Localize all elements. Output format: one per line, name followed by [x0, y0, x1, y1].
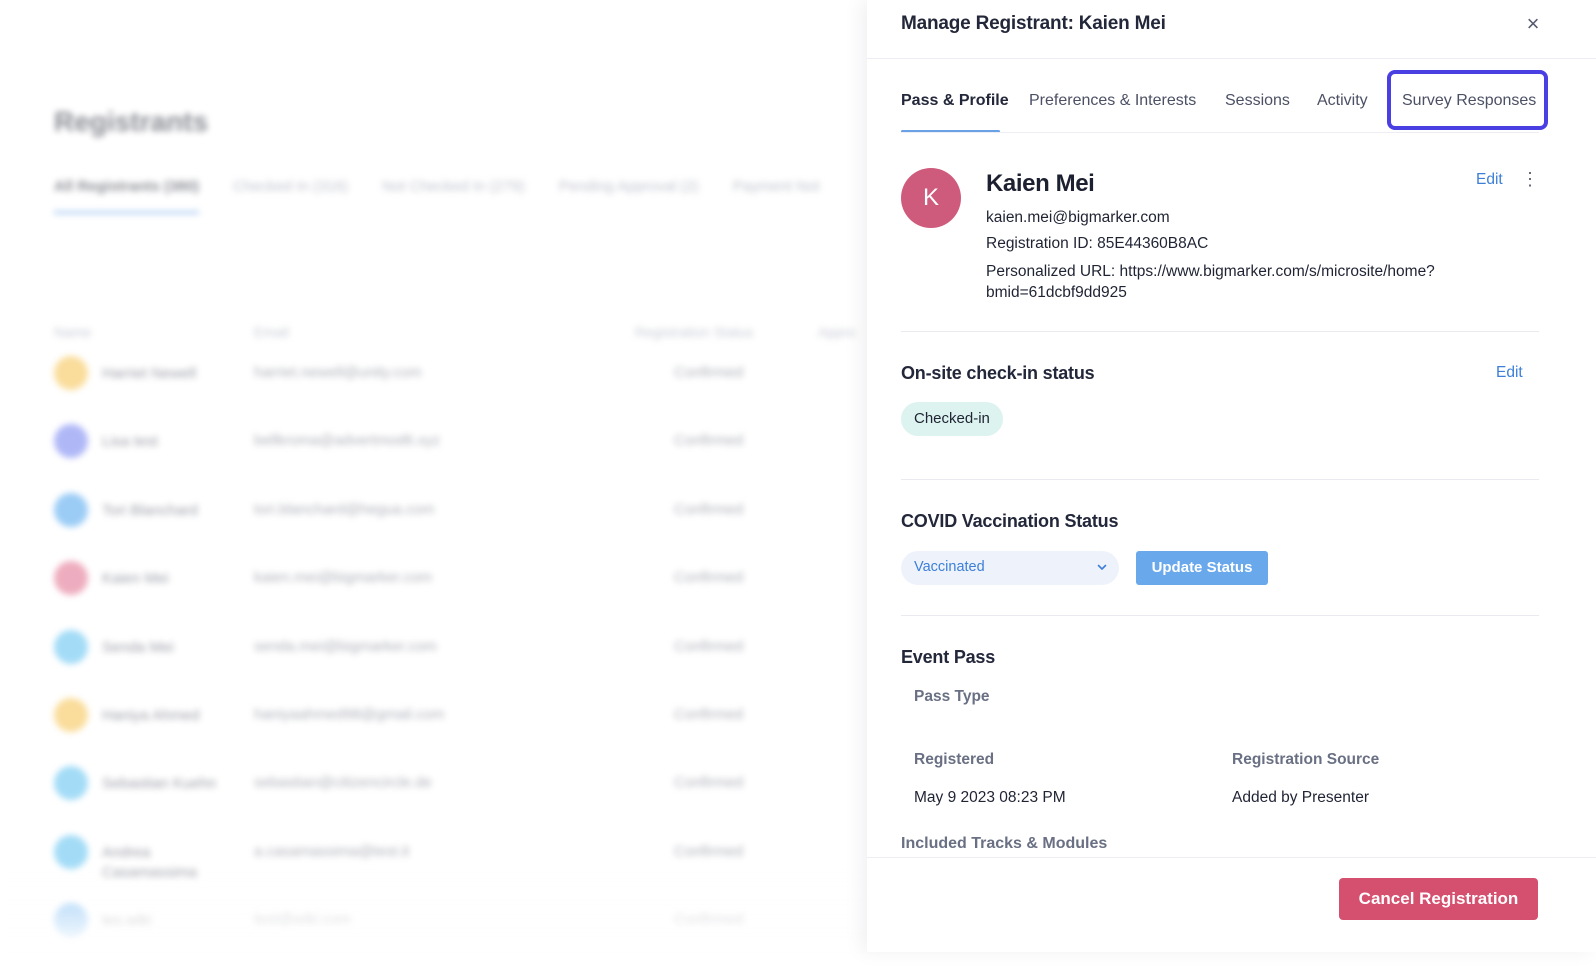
registration-id: Registration ID: 85E44360B8AC [986, 235, 1209, 252]
registrant-name-cell: Lisa test [102, 433, 158, 451]
avatar [54, 356, 88, 390]
drawer-title: Manage Registrant: Kaien Mei [901, 13, 1166, 34]
registrant-email-cell: haniyaahmed98@gmail.com [254, 705, 445, 723]
registrant-table: Harriet Newell harriet.newell@unity.com Co… [54, 350, 914, 966]
avatar [54, 492, 88, 527]
column-email: Email [254, 324, 290, 340]
registrant-email-cell: bellkroma@advertmod6.xyz [254, 432, 441, 450]
registrant-name-cell: Haniya Ahmed [102, 706, 200, 724]
tab-not-checked-in: Not Checked In (279) [382, 178, 525, 195]
page-title: Registrants [54, 106, 209, 137]
edit-profile-button[interactable]: Edit [1476, 171, 1503, 189]
registration-status-cell: Confirmed [674, 637, 744, 655]
registration-status-cell: Confirmed [674, 705, 744, 723]
table-row: Andrea Casamassima a.casamassima@test.it C… [54, 829, 914, 897]
avatar: K [901, 168, 961, 228]
table-row: Tori Blanchard tori.blanchard@hegua.com Co… [54, 487, 914, 555]
fade-overlay [0, 870, 880, 952]
column-registration-status: Registration Status [635, 324, 754, 340]
table-row: Harriet Newell harriet.newell@unity.com Co… [54, 350, 914, 418]
tab-activity[interactable]: Activity [1317, 92, 1368, 110]
avatar [54, 697, 88, 732]
registration-status-cell: Confirmed [674, 500, 744, 518]
registrant-name-cell: Andrea Casamassima [102, 843, 198, 881]
edit-checkin-button[interactable]: Edit [1496, 364, 1523, 382]
vaccination-status-select[interactable]: Vaccinated [901, 551, 1119, 585]
table-row: Lisa test bellkroma@advertmod6.xyz Confirm… [54, 418, 914, 486]
registrant-name-cell: Harriet Newell [102, 365, 197, 382]
table-header: Name Email Registration Status Appro [54, 324, 914, 344]
registrant-email-cell: sebastian@citizencircle.de [254, 774, 432, 792]
registrant-email-cell: a.casamassima@test.it [254, 842, 410, 860]
tab-pass-profile[interactable]: Pass & Profile [901, 92, 1009, 110]
vaccination-status-value: Vaccinated [914, 559, 985, 575]
pass-type-label: Pass Type [914, 688, 990, 705]
registration-status-cell: Confirmed [674, 774, 744, 792]
registered-value: May 9 2023 08:23 PM [914, 789, 1066, 806]
avatar [54, 561, 88, 596]
tabs-divider [901, 132, 1539, 133]
included-tracks-label: Included Tracks & Modules [901, 835, 1108, 852]
avatar [54, 766, 88, 801]
chevron-down-icon [1097, 564, 1107, 570]
manage-registrant-drawer: Manage Registrant: Kaien Mei × Pass & Pr… [867, 0, 1596, 952]
personalized-url: Personalized URL: https://www.bigmarker.… [986, 263, 1435, 301]
registration-status-cell: Confirmed [674, 432, 744, 450]
tab-payment: Payment Not [732, 178, 820, 195]
cancel-registration-button[interactable]: Cancel Registration [1339, 878, 1538, 920]
section-divider [901, 331, 1539, 332]
table-row: Kaien Mei kaien.mei@bigmarker.com Confirme… [54, 555, 914, 623]
title-divider [867, 58, 1596, 59]
registered-label: Registered [914, 751, 995, 768]
registrant-name-cell: tes.wiki [102, 912, 152, 930]
table-row: Sebastian Kuehn sebastian@citizencircle.d… [54, 760, 914, 828]
update-status-button[interactable]: Update Status [1136, 551, 1268, 585]
table-row: Senda Mei senda.mei@bigmarker.com Confirme… [54, 624, 914, 692]
column-name: Name [54, 324, 92, 340]
table-row: Haniya Ahmed haniyaahmed98@gmail.com Confi… [54, 692, 914, 760]
avatar [54, 834, 88, 869]
registration-source-value: Added by Presenter [1232, 789, 1370, 806]
avatar [54, 629, 88, 664]
event-pass-heading: Event Pass [901, 647, 996, 667]
registration-status-cell: Confirmed [674, 364, 744, 381]
registrant-email-cell: test@wiki.com [254, 911, 351, 929]
registrant-filter-tabs: All Registrants (380) Checked In (316) N… [54, 178, 820, 214]
avatar [54, 903, 88, 938]
registrant-name: Kaien Mei [986, 170, 1095, 197]
more-options-icon[interactable]: ⋮ [1521, 168, 1539, 192]
tab-preferences-interests[interactable]: Preferences & Interests [1029, 92, 1196, 110]
tab-all-registrants: All Registrants (380) [54, 178, 200, 214]
registration-status-cell: Confirmed [674, 842, 744, 860]
section-divider [901, 615, 1539, 616]
drawer-footer: Cancel Registration [867, 857, 1596, 952]
registrant-email-cell: harriet.newell@unity.com [254, 364, 422, 381]
table-row: tes.wiki test@wiki.com Confirmed [54, 897, 914, 965]
checkin-heading: On-site check-in status [901, 363, 1095, 383]
registrant-email-cell: senda.mei@bigmarker.com [254, 637, 437, 655]
registrant-name-cell: Tori Blanchard [102, 501, 198, 519]
survey-responses-highlight [1387, 70, 1548, 130]
registrant-name-cell: Senda Mei [102, 638, 174, 656]
tab-pending-approval: Pending Approval (2) [558, 178, 699, 195]
column-approval: Appro [818, 324, 856, 340]
registration-status-cell: Confirmed [674, 569, 744, 587]
registrant-email: kaien.mei@bigmarker.com [986, 209, 1170, 226]
close-icon[interactable]: × [1521, 12, 1545, 36]
registrant-email-cell: kaien.mei@bigmarker.com [254, 569, 432, 587]
avatar [54, 424, 88, 459]
registrant-name-cell: Kaien Mei [102, 570, 169, 588]
section-divider [901, 479, 1539, 480]
registration-status-cell: Confirmed [674, 911, 744, 929]
covid-heading: COVID Vaccination Status [901, 511, 1119, 531]
registration-source-label: Registration Source [1232, 751, 1380, 768]
checkin-status-badge: Checked-in [901, 402, 1003, 436]
tab-sessions[interactable]: Sessions [1225, 92, 1290, 110]
registrant-email-cell: tori.blanchard@hegua.com [254, 500, 435, 518]
registrant-name-cell: Sebastian Kuehn [102, 775, 217, 793]
tab-checked-in: Checked In (316) [233, 178, 349, 195]
